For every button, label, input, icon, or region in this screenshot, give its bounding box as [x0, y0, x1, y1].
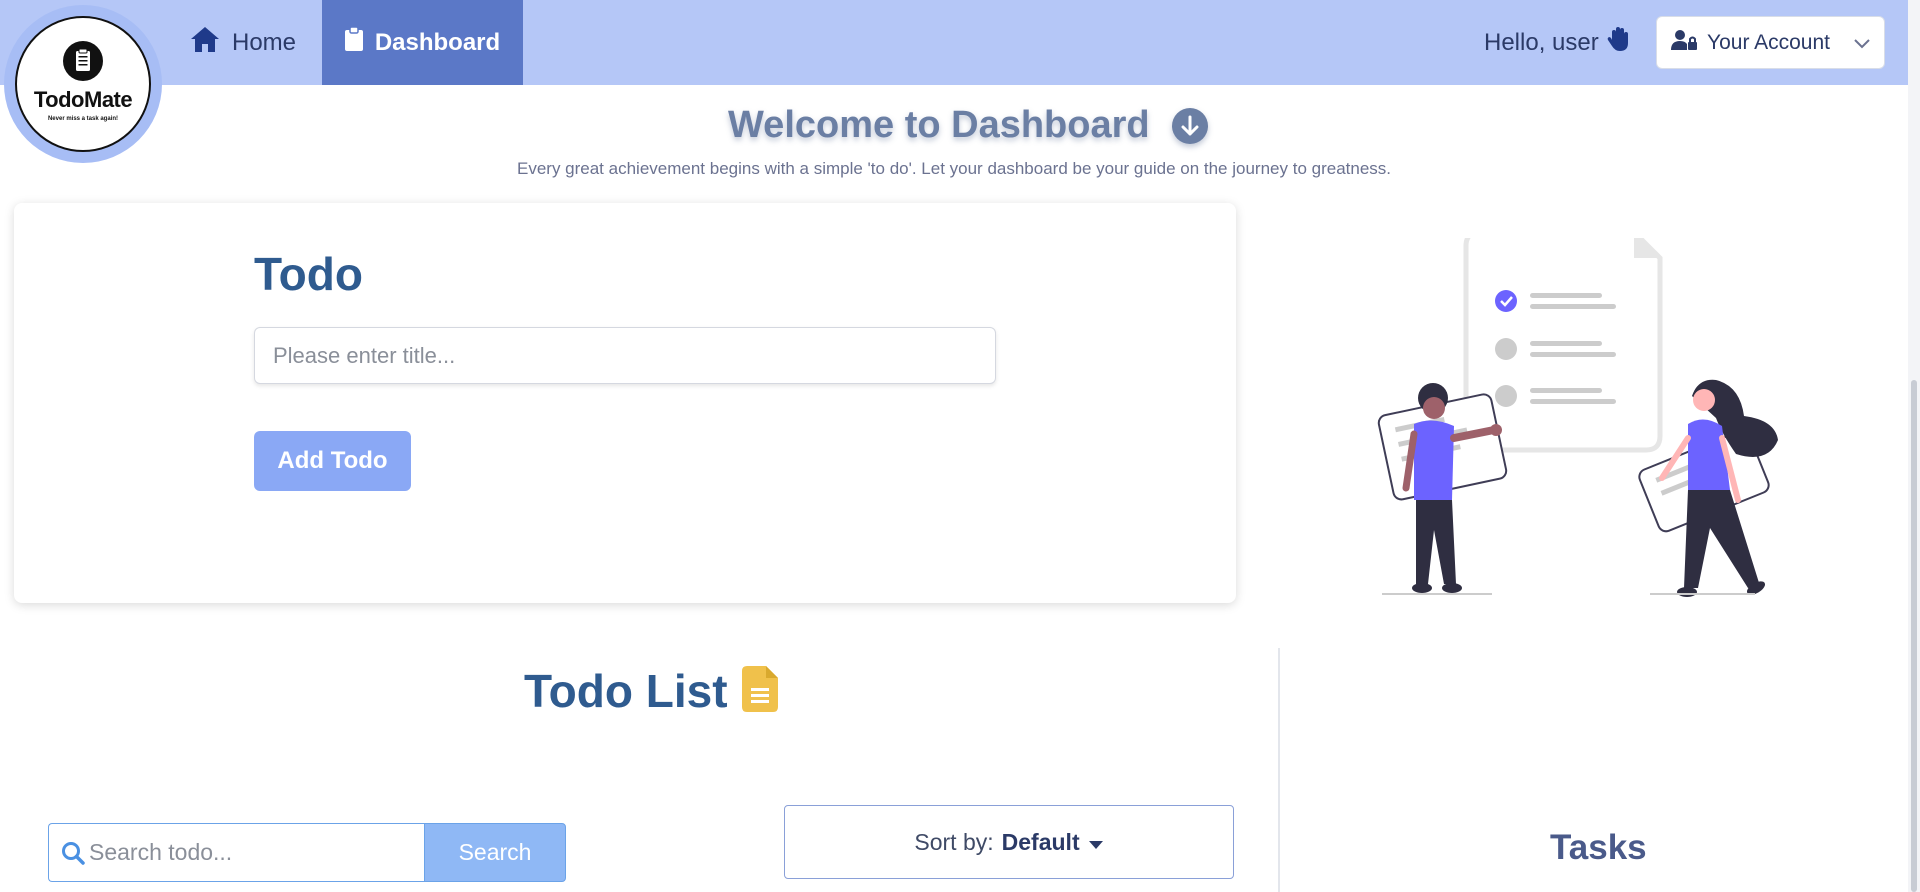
todo-title-input[interactable] [254, 327, 996, 384]
caret-down-icon [1088, 829, 1104, 856]
user-greeting: Hello, user [1484, 0, 1631, 85]
search-field [48, 823, 424, 882]
search-icon [61, 841, 85, 870]
todo-list-header: Todo List [524, 664, 778, 718]
tasks-heading: Tasks [1550, 828, 1647, 867]
account-label: Your Account [1707, 30, 1830, 54]
search-button[interactable]: Search [424, 823, 566, 882]
sort-prefix: Sort by: [914, 828, 994, 855]
sort-value: Default [1001, 828, 1080, 855]
brand-name: TodoMate [33, 87, 133, 112]
page-title: Welcome to Dashboard [728, 104, 1150, 146]
scrollbar-thumb[interactable] [1911, 380, 1917, 892]
nav-dashboard-label: Dashboard [374, 28, 501, 56]
welcome-header: Welcome to Dashboard [728, 104, 1208, 147]
search-input[interactable] [89, 824, 419, 881]
greeting-text: Hello, user [1484, 28, 1599, 56]
chevron-down-icon [1854, 31, 1870, 55]
file-text-icon [741, 665, 778, 717]
brand-logo[interactable]: TodoMate Never miss a task again! [4, 5, 162, 163]
home-icon [190, 26, 220, 60]
user-lock-icon [1671, 29, 1697, 57]
hand-wave-icon [1607, 26, 1631, 59]
logo-badge: TodoMate Never miss a task again! [15, 16, 151, 152]
nav-home-link[interactable]: Home [190, 0, 296, 85]
todo-list-heading: Todo List [524, 665, 728, 717]
column-divider [1278, 648, 1280, 892]
page-subtitle: Every great achievement begins with a si… [516, 159, 1391, 178]
todo-search: Search [48, 823, 566, 882]
sort-dropdown[interactable]: Sort by: Default [784, 805, 1234, 879]
navbar: Home Dashboard Hello, user Your Account [0, 0, 1920, 85]
add-todo-button[interactable]: Add Todo [254, 431, 411, 491]
account-dropdown[interactable]: Your Account [1656, 16, 1885, 69]
nav-dashboard-link[interactable]: Dashboard [322, 0, 523, 85]
nav-home-label: Home [232, 28, 297, 56]
todo-form-heading: Todo [254, 248, 363, 300]
clipboard-icon [344, 26, 363, 58]
todo-form-card: Todo Add Todo [14, 203, 1236, 603]
checklist-illustration [1370, 229, 1790, 608]
brand-tagline: Never miss a task again! [47, 116, 119, 122]
clipboard-icon [63, 41, 103, 81]
arrow-down-circle-icon[interactable] [1171, 107, 1208, 144]
